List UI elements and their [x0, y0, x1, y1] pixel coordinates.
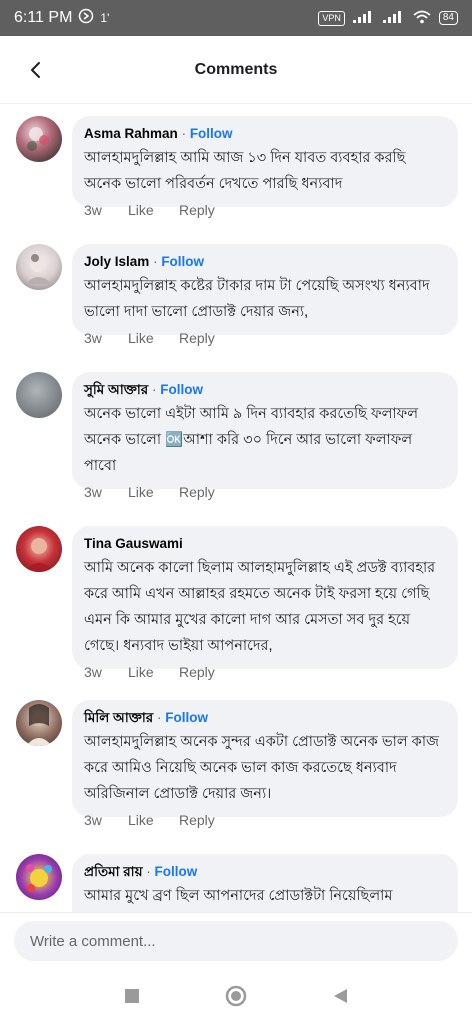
- comment-text: আলহামদুলিল্লাহ অনেক সুন্দর একটা প্রোডাক্…: [84, 734, 440, 802]
- comment-bubble: প্রতিমা রায় · Follow আমার মুখে ব্রণ ছিল…: [72, 854, 458, 912]
- comment-time: 3w: [84, 664, 102, 680]
- status-extra: 1': [100, 11, 110, 25]
- follow-button[interactable]: Follow: [190, 126, 233, 141]
- comment-bubble: Joly Islam · Follow আলহামদুলিল্লাহ কষ্টে…: [72, 244, 458, 335]
- comment-text: আমার মুখে ব্রণ ছিল আপনাদের প্রোডাক্টটা ন…: [84, 888, 393, 904]
- system-nav-bar: [0, 968, 472, 1024]
- comment-actions: 3w Like Reply: [84, 484, 215, 500]
- status-bar: 6:11 PM 1' VPN 84: [0, 0, 472, 36]
- comment-time: 3w: [84, 330, 102, 346]
- like-button[interactable]: Like: [128, 664, 179, 680]
- comment-author[interactable]: মিলি আক্তার: [84, 710, 153, 725]
- comment-bubble: Asma Rahman · Follow আলহামদুলিল্লাহ আমি …: [72, 116, 458, 207]
- follow-button[interactable]: Follow: [165, 710, 208, 725]
- follow-button[interactable]: Follow: [161, 254, 204, 269]
- comment-author[interactable]: সুমি আক্তার: [84, 382, 148, 397]
- avatar[interactable]: [16, 700, 62, 746]
- avatar[interactable]: [16, 372, 62, 418]
- comment-author[interactable]: Joly Islam: [84, 254, 149, 269]
- reply-button[interactable]: Reply: [179, 812, 215, 828]
- reply-button[interactable]: Reply: [179, 664, 215, 680]
- comment-author[interactable]: প্রতিমা রায়: [84, 864, 143, 879]
- like-button[interactable]: Like: [128, 812, 179, 828]
- comment-bubble: মিলি আক্তার · Follow আলহামদুলিল্লাহ অনেক…: [72, 700, 458, 817]
- reply-button[interactable]: Reply: [179, 330, 215, 346]
- comment-actions: 3w Like Reply: [84, 812, 215, 828]
- header: Comments: [0, 36, 472, 104]
- signal-icon: [352, 10, 375, 26]
- avatar[interactable]: [16, 244, 62, 290]
- comment-author[interactable]: Tina Gauswami: [84, 536, 183, 551]
- comment-bubble: সুমি আক্তার · Follow অনেক ভালো এইটা আমি …: [72, 372, 458, 489]
- reply-button[interactable]: Reply: [179, 484, 215, 500]
- avatar[interactable]: [16, 854, 62, 900]
- like-button[interactable]: Like: [128, 484, 179, 500]
- comment-list[interactable]: Asma Rahman · Follow আলহামদুলিল্লাহ আমি …: [0, 104, 472, 912]
- wifi-icon: [413, 10, 431, 27]
- comment-time: 3w: [84, 202, 102, 218]
- comment-text: আমি অনেক কালো ছিলাম আলহামদুলিল্লাহ এই প্…: [84, 560, 436, 654]
- status-time: 6:11 PM: [14, 9, 73, 26]
- like-button[interactable]: Like: [128, 330, 179, 346]
- comment-time: 3w: [84, 484, 102, 500]
- like-button[interactable]: Like: [128, 202, 179, 218]
- comment-actions: 3w Like Reply: [84, 664, 215, 680]
- comment-actions: 3w Like Reply: [84, 202, 215, 218]
- page-title: Comments: [194, 60, 278, 78]
- comment-time: 3w: [84, 812, 102, 828]
- comment-author[interactable]: Asma Rahman: [84, 126, 178, 141]
- back-nav-icon[interactable]: [328, 984, 352, 1008]
- reply-button[interactable]: Reply: [179, 202, 215, 218]
- comment-text: আলহামদুলিল্লাহ আমি আজ ১৩ দিন যাবত ব্যবহা…: [84, 150, 406, 192]
- comment-actions: 3w Like Reply: [84, 330, 215, 346]
- comment-text: অনেক ভালো এইটা আমি ৯ দিন ব্যাবহার করতেছি…: [84, 406, 418, 474]
- home-icon[interactable]: [224, 984, 248, 1008]
- sync-icon: [78, 8, 94, 29]
- comment-text: আলহামদুলিল্লাহ কষ্টের টাকার দাম টা পেয়ে…: [84, 278, 430, 320]
- comment-bubble: Tina Gauswami আমি অনেক কালো ছিলাম আলহামদ…: [72, 526, 458, 669]
- vpn-badge: VPN: [318, 10, 345, 26]
- avatar[interactable]: [16, 116, 62, 162]
- comment-input[interactable]: Write a comment...: [14, 921, 458, 961]
- recent-apps-icon[interactable]: [120, 984, 144, 1008]
- follow-button[interactable]: Follow: [160, 382, 203, 397]
- back-arrow-icon[interactable]: [24, 58, 48, 82]
- follow-button[interactable]: Follow: [155, 864, 198, 879]
- avatar[interactable]: [16, 526, 62, 572]
- battery-icon: 84: [438, 11, 458, 25]
- signal-icon-2: [382, 10, 405, 26]
- comment-composer-area: Write a comment...: [0, 912, 472, 968]
